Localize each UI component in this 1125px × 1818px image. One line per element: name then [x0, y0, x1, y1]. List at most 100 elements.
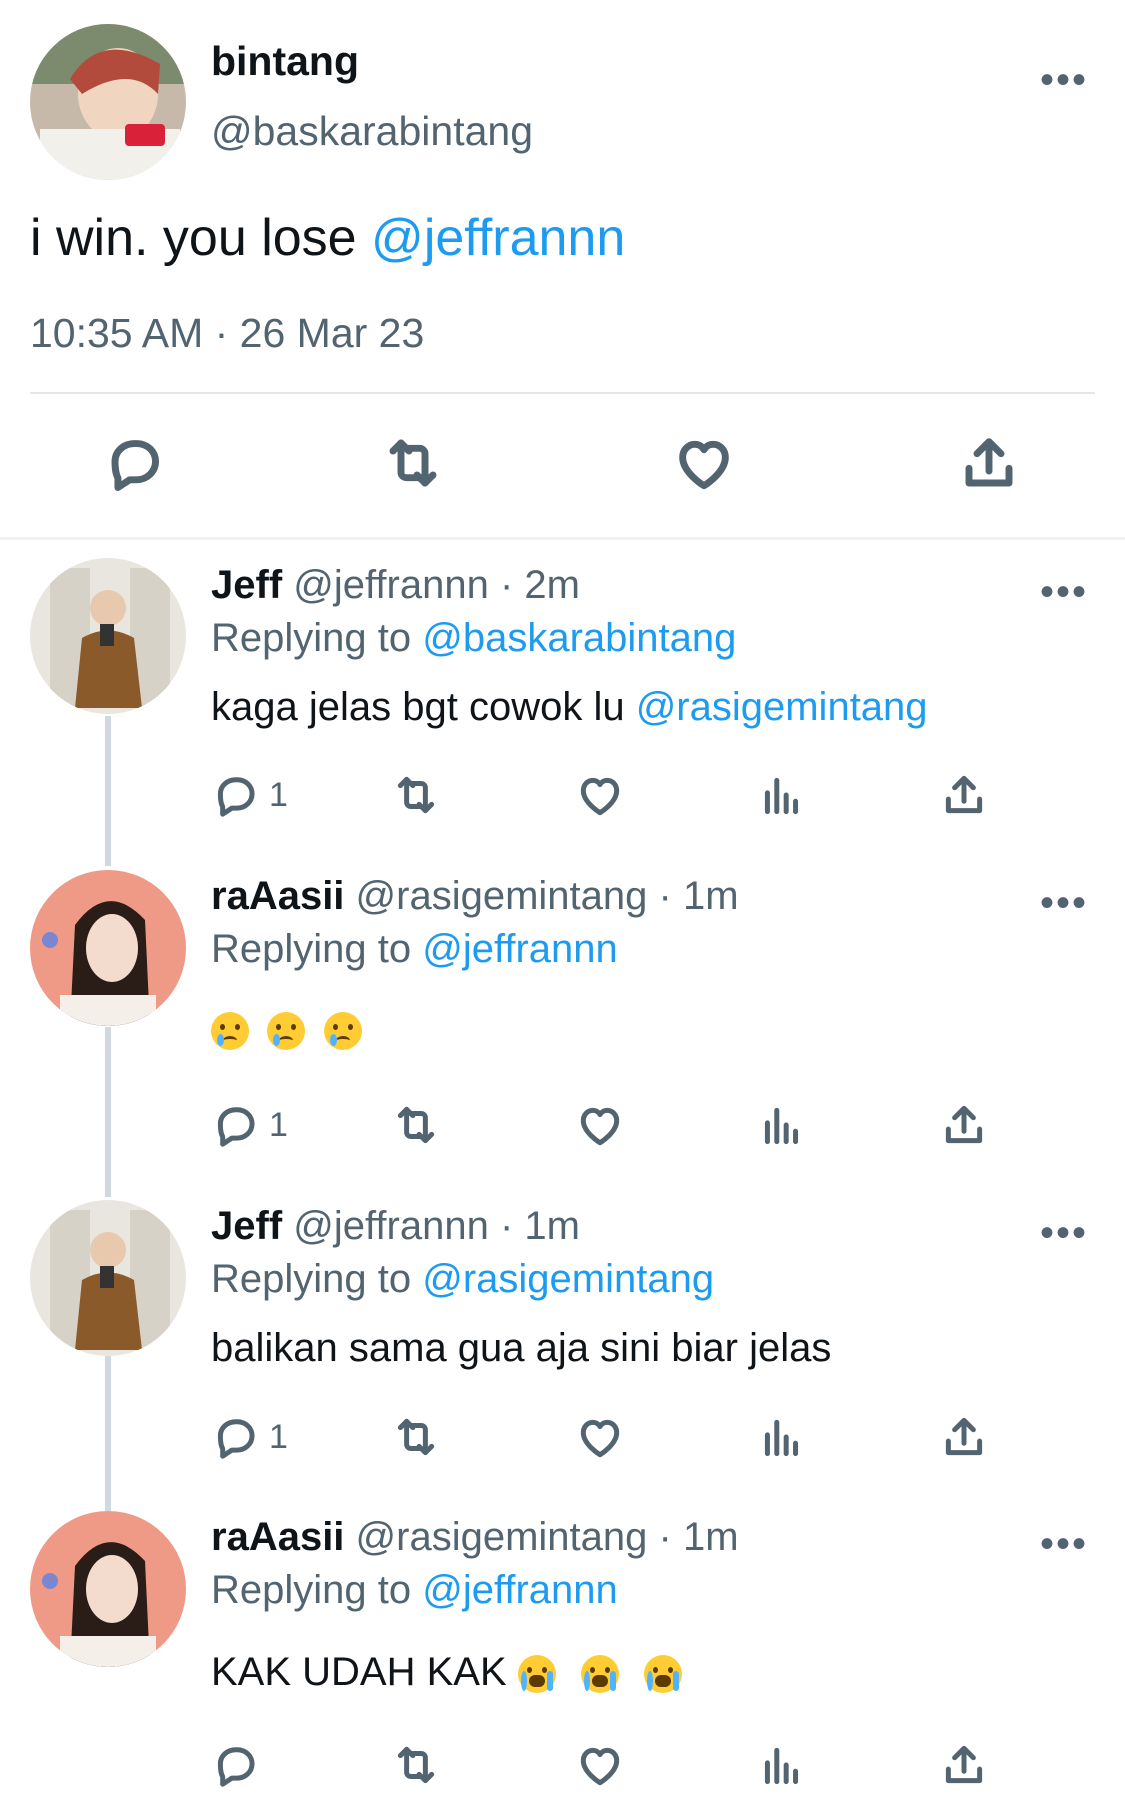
emoji-row — [517, 1650, 696, 1694]
share-button[interactable] — [939, 770, 989, 820]
views-button[interactable] — [757, 1100, 807, 1150]
author-name[interactable]: bintang — [211, 38, 359, 85]
retweet-icon — [391, 770, 441, 820]
reply-age: · 1m — [658, 874, 739, 918]
like-button[interactable] — [672, 431, 736, 500]
share-icon — [939, 1100, 989, 1150]
mention-link[interactable]: @jeffrannn — [371, 209, 625, 267]
profile-photo-icon — [30, 558, 186, 714]
share-button[interactable] — [939, 1100, 989, 1150]
like-icon — [575, 1100, 625, 1150]
author-handle[interactable]: @rasigemintang — [356, 874, 648, 918]
more-options-icon[interactable]: ••• — [1040, 1524, 1088, 1564]
replying-to: Replying to @jeffrannn — [211, 927, 618, 972]
retweet-button[interactable] — [391, 1412, 441, 1462]
views-button[interactable] — [757, 770, 807, 820]
retweet-icon — [391, 1412, 441, 1462]
mention-link[interactable]: @jeffrannn — [422, 1568, 618, 1612]
author-handle[interactable]: @jeffrannn — [293, 563, 489, 607]
reply-count: 1 — [269, 1105, 288, 1144]
like-button[interactable] — [575, 1412, 625, 1462]
more-options-icon[interactable]: ••• — [1040, 1213, 1088, 1253]
mention-link[interactable]: @baskarabintang — [422, 616, 736, 660]
reply-button[interactable]: 1 — [211, 1100, 288, 1150]
retweet-button[interactable] — [391, 1100, 441, 1150]
views-icon — [757, 1100, 807, 1150]
avatar[interactable] — [30, 870, 186, 1026]
more-options-icon[interactable]: ••• — [1040, 883, 1088, 923]
loudly-crying-face-icon — [517, 1655, 556, 1694]
like-button[interactable] — [575, 1100, 625, 1150]
avatar[interactable] — [30, 24, 186, 180]
loudly-crying-face-icon — [644, 1655, 683, 1694]
reply-icon — [211, 1100, 261, 1150]
reply-age: · 1m — [499, 1204, 580, 1248]
reply-header: Jeff @jeffrannn · 2m — [211, 563, 580, 608]
tweet-timestamp[interactable]: 10:35 AM · 26 Mar 23 — [30, 310, 424, 357]
loudly-crying-face-icon — [580, 1655, 619, 1694]
reply-age: · 1m — [658, 1515, 739, 1559]
reply-count: 1 — [269, 775, 288, 814]
more-options-icon[interactable]: ••• — [1040, 60, 1088, 100]
author-name[interactable]: raAasii — [211, 1515, 344, 1559]
share-icon — [939, 770, 989, 820]
reply-count: 1 — [269, 1417, 288, 1456]
reply-button[interactable]: 1 — [211, 770, 288, 820]
emoji-row — [211, 1012, 376, 1050]
replying-to: Replying to @jeffrannn — [211, 1568, 618, 1613]
thread-line — [105, 716, 111, 866]
author-name[interactable]: raAasii — [211, 874, 344, 918]
retweet-button[interactable] — [391, 770, 441, 820]
crying-face-icon — [323, 1012, 362, 1050]
replying-label: Replying to — [211, 927, 423, 971]
views-icon — [757, 770, 807, 820]
share-button[interactable] — [939, 1740, 989, 1790]
mention-link[interactable]: @jeffrannn — [422, 927, 618, 971]
views-icon — [757, 1740, 807, 1790]
replying-label: Replying to — [211, 1568, 423, 1612]
retweet-icon — [391, 1740, 441, 1790]
reply-icon — [211, 1412, 261, 1462]
crying-face-icon — [211, 1012, 249, 1050]
retweet-button[interactable] — [381, 431, 445, 500]
reply-text: balikan sama gua aja sini biar jelas — [211, 1326, 832, 1370]
avatar[interactable] — [30, 1200, 186, 1356]
share-button[interactable] — [939, 1412, 989, 1462]
views-button[interactable] — [757, 1740, 807, 1790]
more-options-icon[interactable]: ••• — [1040, 572, 1088, 612]
replying-label: Replying to — [211, 616, 423, 660]
profile-photo-icon — [30, 870, 186, 1026]
share-icon — [957, 431, 1021, 495]
reply-text: KAK UDAH KAK — [211, 1650, 696, 1695]
reply-body: kaga jelas bgt cowok lu — [211, 685, 636, 729]
author-name[interactable]: Jeff — [211, 1204, 282, 1248]
retweet-icon — [381, 431, 445, 495]
views-icon — [757, 1412, 807, 1462]
author-handle[interactable]: @rasigemintang — [356, 1515, 648, 1559]
author-handle[interactable]: @baskarabintang — [211, 108, 533, 155]
reply-button[interactable] — [211, 1740, 269, 1790]
like-button[interactable] — [575, 1740, 625, 1790]
views-button[interactable] — [757, 1412, 807, 1462]
thread-line — [105, 1356, 111, 1511]
reply-icon — [211, 770, 261, 820]
thread-line — [105, 1027, 111, 1197]
share-button[interactable] — [957, 431, 1021, 500]
share-icon — [939, 1740, 989, 1790]
like-button[interactable] — [575, 770, 625, 820]
author-name[interactable]: Jeff — [211, 563, 282, 607]
like-icon — [575, 1412, 625, 1462]
reply-button[interactable] — [103, 431, 167, 500]
reply-header: Jeff @jeffrannn · 1m — [211, 1204, 580, 1249]
reply-text: kaga jelas bgt cowok lu @rasigemintang — [211, 685, 928, 730]
reply-header: raAasii @rasigemintang · 1m — [211, 874, 739, 919]
author-handle[interactable]: @jeffrannn — [293, 1204, 489, 1248]
avatar[interactable] — [30, 558, 186, 714]
avatar[interactable] — [30, 1511, 186, 1667]
mention-link[interactable]: @rasigemintang — [636, 685, 928, 729]
retweet-button[interactable] — [391, 1740, 441, 1790]
reply-icon — [211, 1740, 261, 1790]
reply-button[interactable]: 1 — [211, 1412, 288, 1462]
reply-icon — [103, 431, 167, 495]
mention-link[interactable]: @rasigemintang — [422, 1257, 714, 1301]
